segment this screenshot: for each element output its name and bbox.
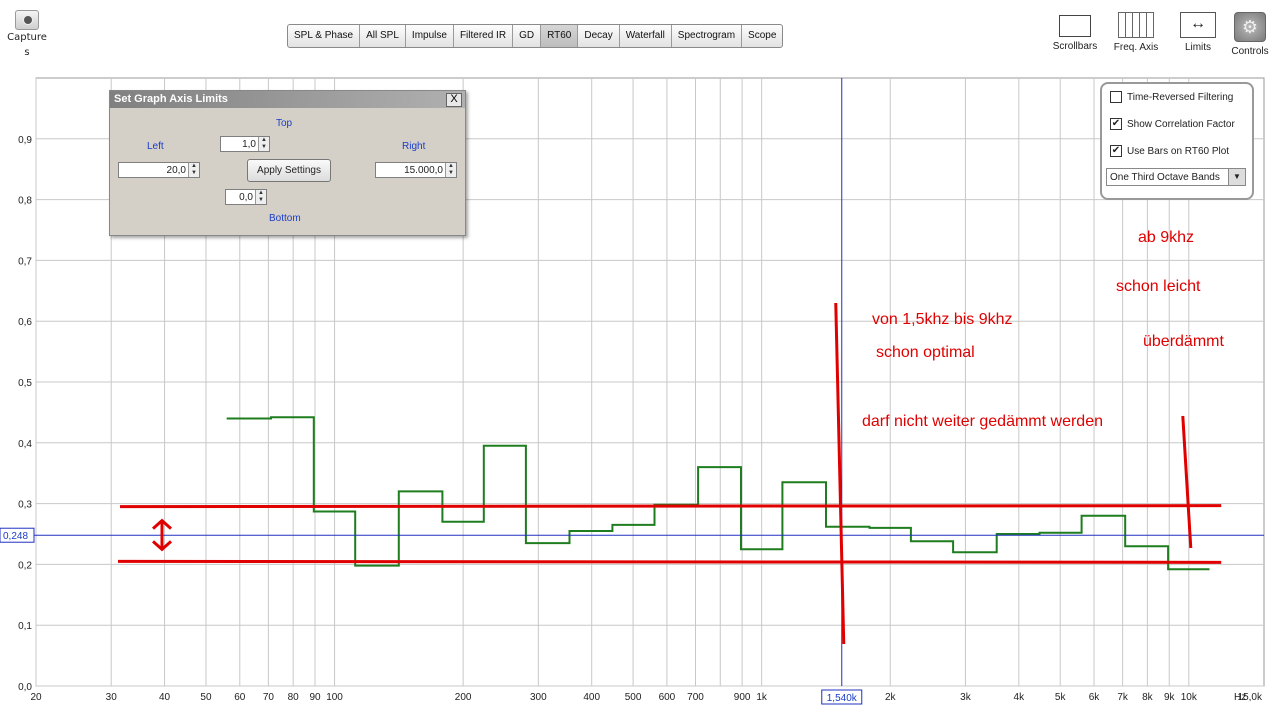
x-tick-label: 300 xyxy=(530,692,547,703)
right-label: Right xyxy=(402,141,426,152)
cursor-y-label: 0,248 xyxy=(3,531,28,542)
x-tick-label: 30 xyxy=(106,692,118,703)
x-tick-label: 10k xyxy=(1181,692,1198,703)
bottom-input[interactable]: 0,0 ▲ ▼ xyxy=(225,189,267,205)
right-spinner-icon[interactable]: ▲ ▼ xyxy=(445,163,456,177)
checkmark-icon: ✔ xyxy=(1110,145,1122,158)
x-tick-label: 2k xyxy=(885,692,897,703)
left-value: 20,0 xyxy=(166,165,186,176)
x-tick-label: 90 xyxy=(309,692,321,703)
y-tick-label: 0,9 xyxy=(18,135,32,146)
note-range: von 1,5khz bis 9khz xyxy=(872,311,1013,328)
bars-checkbox[interactable]: ✔ Use Bars on RT60 Plot xyxy=(1110,145,1229,159)
x-tick-label: 1k xyxy=(756,692,768,703)
top-spinner-icon[interactable]: ▲ ▼ xyxy=(258,137,269,151)
x-tick-label: 5k xyxy=(1055,692,1067,703)
x-tick-label: 20 xyxy=(30,692,42,703)
x-tick-label: 7k xyxy=(1117,692,1129,703)
x-tick-label: 6k xyxy=(1089,692,1101,703)
right-value: 15.000,0 xyxy=(404,165,443,176)
dialog-title: Set Graph Axis Limits xyxy=(110,91,465,108)
y-tick-label: 0,8 xyxy=(18,196,32,207)
bottom-value: 0,0 xyxy=(239,192,253,203)
time-reversed-checkbox[interactable]: Time-Reversed Filtering xyxy=(1110,91,1233,105)
right-input[interactable]: 15.000,0 ▲ ▼ xyxy=(375,162,457,178)
x-tick-label: 50 xyxy=(200,692,212,703)
x-tick-label: 80 xyxy=(288,692,300,703)
left-input[interactable]: 20,0 ▲ ▼ xyxy=(118,162,200,178)
x-tick-label: 9k xyxy=(1164,692,1176,703)
x-axis-ticks: 20 30 40 50 60 70 80 90 100 200 300 400 500 600 700 900… xyxy=(30,692,1263,703)
note-no-more-damping: darf nicht weiter gedämmt werden xyxy=(862,413,1103,430)
x-tick-label: 60 xyxy=(234,692,246,703)
note-from-9khz: ab 9khz xyxy=(1138,229,1194,246)
note-overdamped: überdämmt xyxy=(1143,333,1224,350)
note-optimal: schon optimal xyxy=(876,344,975,361)
bands-value: One Third Octave Bands xyxy=(1110,172,1220,183)
x-tick-label: 500 xyxy=(625,692,642,703)
correlation-checkbox[interactable]: ✔ Show Correlation Factor xyxy=(1110,118,1235,132)
x-tick-label: 600 xyxy=(659,692,676,703)
x-tick-label: 8k xyxy=(1142,692,1154,703)
y-tick-label: 0,7 xyxy=(18,256,32,267)
x-tick-label: 3k xyxy=(960,692,972,703)
y-tick-label: 0,5 xyxy=(18,378,32,389)
y-tick-label: 0,4 xyxy=(18,439,32,450)
x-tick-label: 40 xyxy=(159,692,171,703)
checkbox-unchecked-icon xyxy=(1110,91,1122,104)
note-slightly: schon leicht xyxy=(1116,278,1201,295)
left-label: Left xyxy=(147,141,164,152)
bottom-label: Bottom xyxy=(269,213,301,224)
bars-label: Use Bars on RT60 Plot xyxy=(1127,146,1230,157)
y-axis-ticks: 0,90,80,70,60,50,40,30,20,10,0 xyxy=(18,135,32,693)
lower-limit-line xyxy=(117,559,1222,564)
close-icon[interactable]: X xyxy=(446,93,462,107)
axis-limits-dialog: Set Graph Axis Limits X Top Left Right 1… xyxy=(109,90,466,236)
x-tick-label: 4k xyxy=(1014,692,1026,703)
x-tick-label: 700 xyxy=(687,692,704,703)
bottom-spinner-icon[interactable]: ▲ ▼ xyxy=(255,190,266,204)
time-reversed-label: Time-Reversed Filtering xyxy=(1127,92,1234,103)
y-tick-label: 0,3 xyxy=(18,500,32,511)
x-tick-label: 900 xyxy=(734,692,751,703)
controls-panel: Time-Reversed Filtering ✔ Show Correlatio… xyxy=(1100,82,1254,200)
y-tick-label: 0,2 xyxy=(18,560,32,571)
top-input[interactable]: 1,0 ▲ ▼ xyxy=(220,136,270,152)
cursor-x-label: 1,540k xyxy=(827,693,858,704)
checkmark-icon: ✔ xyxy=(1110,118,1122,131)
chevron-down-icon[interactable]: ▼ xyxy=(1228,169,1245,185)
x-tick-label: 70 xyxy=(263,692,275,703)
left-spinner-icon[interactable]: ▲ ▼ xyxy=(188,163,199,177)
apply-settings-button[interactable]: Apply Settings xyxy=(247,159,331,182)
bands-select[interactable]: One Third Octave Bands ▼ xyxy=(1106,168,1246,186)
upper-limit-line xyxy=(119,504,1222,509)
x-tick-label: 400 xyxy=(583,692,600,703)
x-tick-label: 200 xyxy=(455,692,472,703)
x-unit-label: Hz xyxy=(1234,692,1246,703)
x-tick-label: 100 xyxy=(326,692,343,703)
y-tick-label: 0,6 xyxy=(18,317,32,328)
y-tick-label: 0,1 xyxy=(18,621,32,632)
top-label: Top xyxy=(276,118,293,129)
correlation-label: Show Correlation Factor xyxy=(1127,119,1235,130)
top-value: 1,0 xyxy=(242,139,256,150)
